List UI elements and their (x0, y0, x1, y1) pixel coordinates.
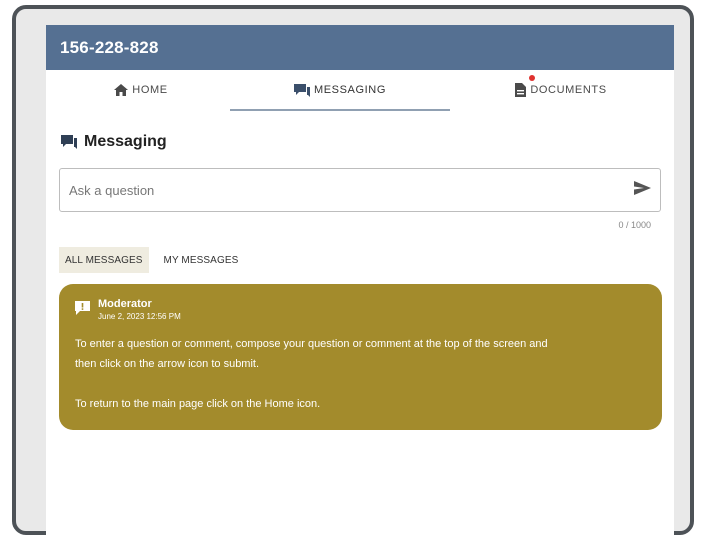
header-bar: 156-228-828 (46, 25, 674, 70)
message-header: Moderator June 2, 2023 12:56 PM (75, 298, 646, 322)
document-icon (515, 83, 527, 97)
filter-my-messages[interactable]: MY MESSAGES (158, 247, 245, 273)
active-tab-indicator (230, 109, 450, 111)
message-text-line: To enter a question or comment, compose … (75, 338, 548, 350)
tab-messaging[interactable]: MESSAGING (230, 70, 450, 110)
message-text-line: then click on the arrow icon to submit. (75, 358, 260, 370)
home-icon (114, 84, 129, 96)
section-heading: Messaging (61, 133, 167, 151)
alert-icon (75, 301, 90, 315)
tab-messaging-label: MESSAGING (313, 84, 387, 96)
chat-icon (293, 83, 310, 97)
tab-home[interactable]: HOME (86, 70, 196, 110)
filter-all-messages[interactable]: ALL MESSAGES (59, 247, 149, 273)
send-button[interactable] (624, 170, 660, 210)
tab-documents-label: DOCUMENTS (530, 84, 607, 96)
message-filter-tabs: ALL MESSAGES MY MESSAGES (59, 247, 244, 273)
message-author: Moderator (98, 298, 152, 310)
app-panel: 156-228-828 HOME MESSAGING DOCUMENTS Mes (46, 25, 674, 535)
message-card: Moderator June 2, 2023 12:56 PM To enter… (59, 284, 662, 430)
page-title: 156-228-828 (60, 37, 159, 57)
message-timestamp: June 2, 2023 12:56 PM (98, 312, 181, 321)
section-title: Messaging (84, 133, 167, 150)
tab-home-label: HOME (132, 84, 168, 96)
send-arrow-icon (633, 180, 651, 200)
character-counter: 0 / 1000 (618, 220, 651, 230)
question-box (59, 168, 661, 212)
notification-dot (529, 75, 535, 81)
chat-icon (61, 135, 77, 149)
question-input[interactable] (60, 169, 624, 211)
tab-bar: HOME MESSAGING DOCUMENTS (46, 70, 674, 111)
tab-documents[interactable]: DOCUMENTS (476, 70, 646, 110)
message-text-line: To return to the main page click on the … (75, 398, 321, 410)
